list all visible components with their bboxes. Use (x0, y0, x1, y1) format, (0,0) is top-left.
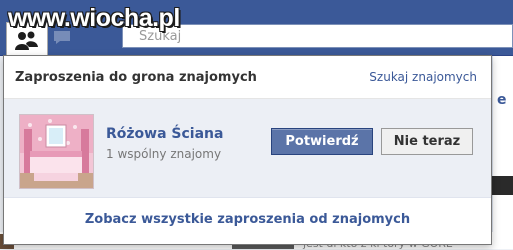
watermark: www.wiocha.pl (8, 4, 180, 32)
pink-bedroom-photo (20, 115, 93, 188)
background-thumbnail (490, 176, 513, 195)
dropdown-footer: Zobacz wszystkie zaproszenia od znajomyc… (4, 198, 491, 244)
background-text-fragment: e (497, 92, 507, 108)
confirm-button[interactable]: Potwierdź (271, 128, 373, 155)
friend-request-row: Różowa Ściana 1 wspólny znajomy Potwierd… (4, 99, 491, 198)
friend-requests-icon (15, 31, 38, 50)
requester-name[interactable]: Różowa Ściana (106, 126, 223, 142)
see-all-requests-link[interactable]: Zobacz wszystkie zaproszenia od znajomyc… (4, 212, 491, 227)
mutual-friends-count[interactable]: 1 wspólny znajomy (106, 147, 221, 161)
dropdown-header: Zaproszenia do grona znajomych Szukaj zn… (4, 56, 491, 99)
dropdown-title: Zaproszenia do grona znajomych (15, 70, 257, 85)
not-now-button[interactable]: Nie teraz (381, 128, 473, 155)
search-input[interactable]: Szukaj (122, 24, 513, 48)
requester-avatar[interactable] (19, 114, 94, 189)
background-right-column: e tat (492, 56, 513, 249)
find-friends-link[interactable]: Szukaj znajomych (369, 70, 477, 84)
friend-requests-dropdown: Zaproszenia do grona znajomych Szukaj zn… (3, 55, 492, 245)
